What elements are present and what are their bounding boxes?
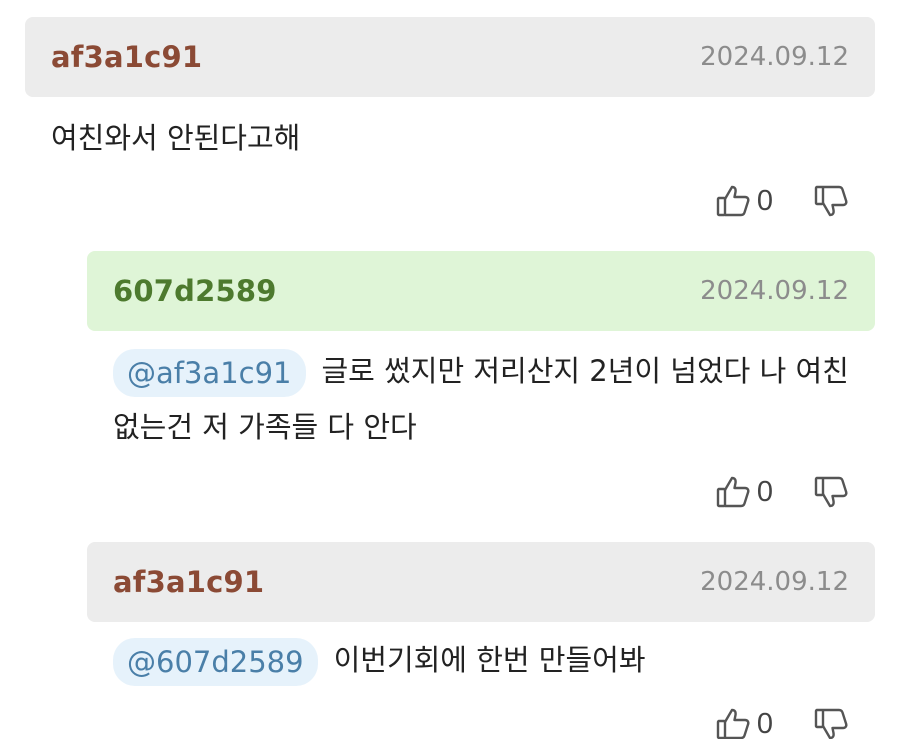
dislike-button[interactable] <box>813 706 849 739</box>
thumbs-up-icon <box>715 183 751 219</box>
comment-body: @af3a1c91 글로 썼지만 저리산지 2년이 넘었다 나 여친 없는건 저 … <box>87 343 875 455</box>
reply-comment: af3a1c91 2024.09.12 @607d2589 이번기회에 한번 만들… <box>87 542 875 739</box>
thumbs-down-icon <box>813 183 849 219</box>
vote-bar: 0 <box>715 706 849 739</box>
comment-body: 여친와서 안된다고해 <box>25 110 875 166</box>
comment-author[interactable]: 607d2589 <box>113 274 277 308</box>
comment-author[interactable]: af3a1c91 <box>51 40 202 74</box>
mention-tag[interactable]: @607d2589 <box>113 638 318 686</box>
vote-bar: 0 <box>715 183 849 219</box>
like-count: 0 <box>756 184 773 217</box>
reply-comment: 607d2589 2024.09.12 @af3a1c91 글로 썼지만 저리산지… <box>87 251 875 508</box>
mention-tag[interactable]: @af3a1c91 <box>113 349 306 397</box>
comment-date: 2024.09.12 <box>700 567 849 597</box>
thumbs-down-icon <box>813 474 849 510</box>
comment-header: 607d2589 2024.09.12 <box>87 251 875 331</box>
comment-author[interactable]: af3a1c91 <box>113 565 264 599</box>
thumbs-down-icon <box>813 706 849 739</box>
comment-date: 2024.09.12 <box>700 42 849 72</box>
comment-header: af3a1c91 2024.09.12 <box>87 542 875 622</box>
like-button[interactable]: 0 <box>715 474 813 510</box>
comment-text: 여친와서 안된다고해 <box>51 121 301 155</box>
comment: af3a1c91 2024.09.12 여친와서 안된다고해 0 <box>25 17 875 217</box>
thumbs-up-icon <box>715 706 751 739</box>
comment-header: af3a1c91 2024.09.12 <box>25 17 875 97</box>
like-button[interactable]: 0 <box>715 183 813 219</box>
like-count: 0 <box>756 707 773 739</box>
thumbs-up-icon <box>715 474 751 510</box>
like-count: 0 <box>756 475 773 508</box>
like-button[interactable]: 0 <box>715 706 813 739</box>
comment-text: 이번기회에 한번 만들어봐 <box>333 643 646 677</box>
comment-date: 2024.09.12 <box>700 276 849 306</box>
comment-body: @607d2589 이번기회에 한번 만들어봐 <box>87 632 875 688</box>
vote-bar: 0 <box>715 474 849 510</box>
dislike-button[interactable] <box>813 183 849 219</box>
comment-thread: af3a1c91 2024.09.12 여친와서 안된다고해 0 607d258… <box>0 0 900 739</box>
dislike-button[interactable] <box>813 474 849 510</box>
